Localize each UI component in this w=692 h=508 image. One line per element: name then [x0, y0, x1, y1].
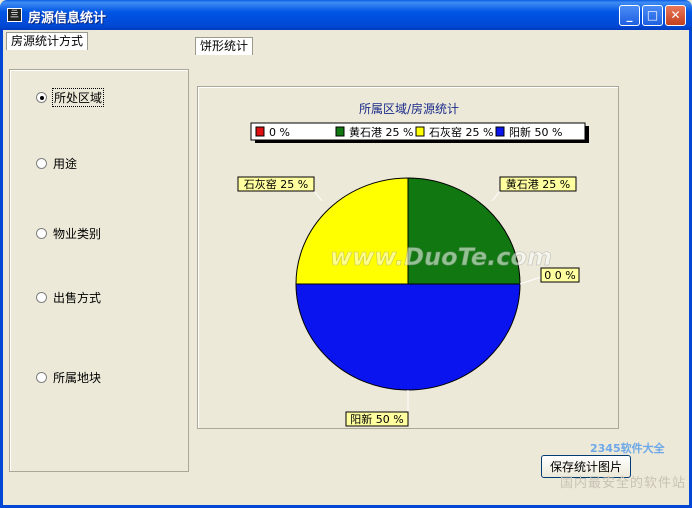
radio-usage-label: 用途 [53, 157, 78, 171]
chart-title: 所属区域/房源统计 [359, 101, 459, 116]
legend-swatch [415, 126, 425, 137]
callout-label: 阳新 50 % [350, 412, 403, 426]
watermark-logo: 2345软件大全 [590, 442, 665, 455]
radio-button-icon[interactable] [36, 372, 47, 383]
chart-panel: 所属区域/房源统计 0 % 黄石港 25 % 石灰窑 25 % 阳新 50 % www.… [197, 86, 619, 429]
radio-button-icon[interactable] [36, 158, 47, 169]
radio-sale-method[interactable]: 出售方式 [36, 289, 101, 306]
minimize-button[interactable]: _ [619, 5, 640, 26]
callout-label: 石灰窑 25 % [244, 177, 308, 191]
legend-swatch [495, 126, 505, 137]
callout-line [519, 276, 542, 285]
radio-property-type-label: 物业类别 [53, 227, 102, 241]
close-button[interactable]: ✕ [665, 5, 686, 26]
callout-line [313, 190, 323, 202]
radio-plot[interactable]: 所属地块 [36, 369, 101, 386]
watermark-bottom-text: 国内最安全的软件站 [560, 476, 687, 491]
legend-swatch [335, 126, 345, 137]
tab-statistics-method[interactable]: 房源统计方式 [6, 32, 89, 50]
legend-entry: 石灰窑 25 % [429, 125, 493, 139]
radio-region[interactable]: 所处区域 [36, 88, 105, 107]
callout-label: 0 0 % [544, 269, 575, 282]
legend-entry: 阳新 50 % [509, 125, 562, 139]
radio-sale-method-label: 出售方式 [53, 291, 102, 305]
window-title: 房源信息统计 [28, 11, 107, 26]
radio-button-icon[interactable] [36, 92, 47, 103]
legend-swatch [255, 126, 265, 137]
chart-watermark: www.DuoTe.com [330, 243, 552, 271]
radio-property-type[interactable]: 物业类别 [36, 225, 101, 242]
window-frame-left [0, 30, 3, 508]
pie-slice [295, 283, 521, 391]
callout-line [491, 190, 501, 202]
radio-usage[interactable]: 用途 [36, 155, 77, 172]
legend-entry: 黄石港 25 % [349, 125, 413, 139]
radio-region-label: 所处区域 [51, 88, 105, 107]
title-bar[interactable]: 亖 房源信息统计 _ □ ✕ [0, 0, 692, 30]
maximize-button[interactable]: □ [642, 5, 663, 26]
statistics-method-group [9, 69, 189, 472]
app-icon[interactable]: 亖 [7, 8, 22, 22]
legend-entry: 0 % [269, 126, 290, 139]
radio-plot-label: 所属地块 [53, 371, 102, 385]
callout-label: 黄石港 25 % [506, 177, 570, 191]
radio-button-icon[interactable] [36, 292, 47, 303]
radio-button-icon[interactable] [36, 228, 47, 239]
tab-pie-statistics[interactable]: 饼形统计 [195, 37, 254, 55]
pie-chart: 所属区域/房源统计 0 % 黄石港 25 % 石灰窑 25 % 阳新 50 % www.… [237, 101, 589, 427]
